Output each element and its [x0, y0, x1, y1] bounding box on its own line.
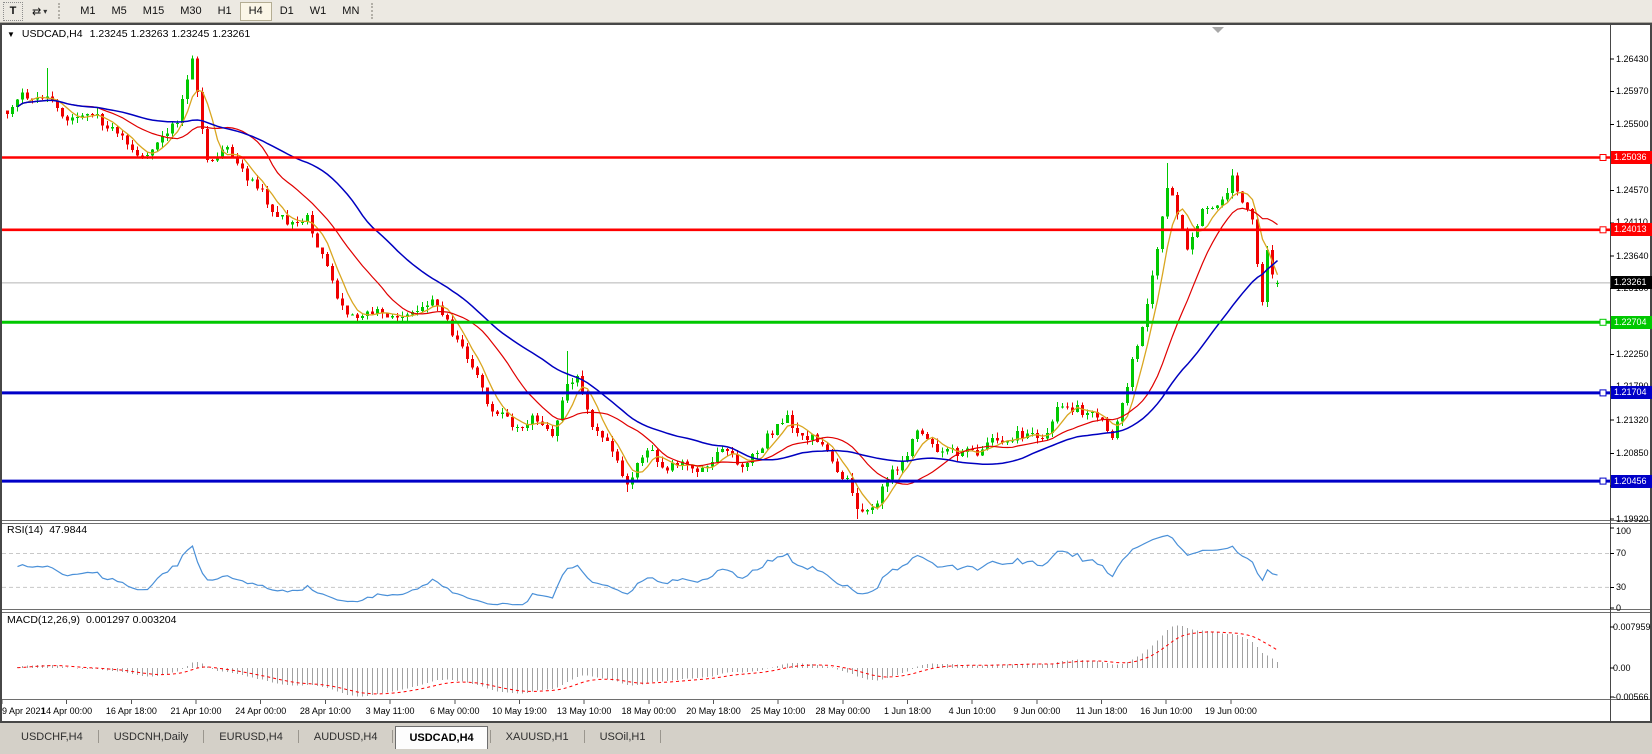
line-anchor-handle[interactable]	[1600, 390, 1606, 396]
candlestick-series	[6, 56, 1279, 520]
toolbar: T ⇄ ▾ M1M5M15M30H1H4D1W1MN	[0, 0, 1652, 23]
rsi-name: RSI(14)	[7, 524, 43, 536]
timeframe-button-M1[interactable]: M1	[72, 2, 103, 21]
tab-separator	[660, 730, 661, 743]
cursor-tool-button[interactable]: ⇄ ▾	[29, 2, 50, 21]
line-anchor-handle[interactable]	[1600, 227, 1606, 233]
collapse-triangle-icon[interactable]: ▼	[7, 30, 15, 39]
tab-separator	[490, 730, 491, 743]
timeframe-button-D1[interactable]: D1	[272, 2, 302, 21]
toolbar-grip	[371, 3, 377, 19]
chart-shift-marker-icon[interactable]	[1212, 27, 1224, 33]
chart-tab-bar: USDCHF,H4USDCNH,DailyEURUSD,H4AUDUSD,H4U…	[0, 723, 1652, 754]
chart-tab-USDCNH-Daily[interactable]: USDCNH,Daily	[101, 726, 202, 747]
chart-tab-AUDUSD-H4[interactable]: AUDUSD,H4	[301, 726, 391, 747]
rsi-line	[18, 535, 1278, 604]
chart-tab-USDCHF-H4[interactable]: USDCHF,H4	[8, 726, 96, 747]
rsi-label: RSI(14) 47.9844	[7, 524, 87, 536]
chevron-down-icon: ▾	[43, 7, 47, 16]
chart-tab-USOil-H1[interactable]: USOil,H1	[587, 726, 659, 747]
tab-separator	[392, 730, 393, 743]
arrows-icon: ⇄	[32, 5, 41, 18]
chart-window[interactable]: 1.264301.259701.255001.245701.241101.236…	[0, 23, 1652, 723]
line-anchor-handle[interactable]	[1600, 478, 1606, 484]
panel-borders	[2, 25, 1650, 721]
timeframe-button-W1[interactable]: W1	[302, 2, 335, 21]
tab-separator	[98, 730, 99, 743]
chart-tab-USDCAD-H4[interactable]: USDCAD,H4	[395, 726, 487, 749]
chart-title: ▼ USDCAD,H4 1.23245 1.23263 1.23245 1.23…	[7, 28, 250, 40]
trading-terminal: { "toolbar": { "text_tool": "T", "timefr…	[0, 0, 1652, 754]
timeframe-group: M1M5M15M30H1H4D1W1MN	[72, 2, 367, 21]
chart-tab-EURUSD-H4[interactable]: EURUSD,H4	[206, 726, 296, 747]
timeframe-button-H4[interactable]: H4	[240, 2, 272, 21]
chart-symbol: USDCAD,H4	[22, 28, 83, 40]
timeframe-button-M30[interactable]: M30	[172, 2, 209, 21]
text-tool-button[interactable]: T	[3, 2, 23, 21]
macd-name: MACD(12,26,9)	[7, 614, 80, 626]
tab-separator	[203, 730, 204, 743]
line-anchor-handle[interactable]	[1600, 319, 1606, 325]
chart-tab-XAUUSD-H1[interactable]: XAUUSD,H1	[493, 726, 582, 747]
timeframe-button-M15[interactable]: M15	[135, 2, 172, 21]
timeframe-button-M5[interactable]: M5	[104, 2, 135, 21]
timeframe-button-MN[interactable]: MN	[334, 2, 367, 21]
chart-canvas[interactable]	[2, 25, 1650, 721]
toolbar-grip	[58, 3, 64, 19]
macd-values: 0.001297 0.003204	[86, 614, 177, 626]
macd-signal-line	[18, 632, 1278, 694]
timeframe-button-H1[interactable]: H1	[210, 2, 240, 21]
line-anchor-handle[interactable]	[1600, 155, 1606, 161]
rsi-value: 47.9844	[49, 524, 87, 536]
macd-label: MACD(12,26,9) 0.001297 0.003204	[7, 614, 176, 626]
tab-separator	[584, 730, 585, 743]
chart-ohlc: 1.23245 1.23263 1.23245 1.23261	[90, 28, 251, 40]
tab-separator	[298, 730, 299, 743]
